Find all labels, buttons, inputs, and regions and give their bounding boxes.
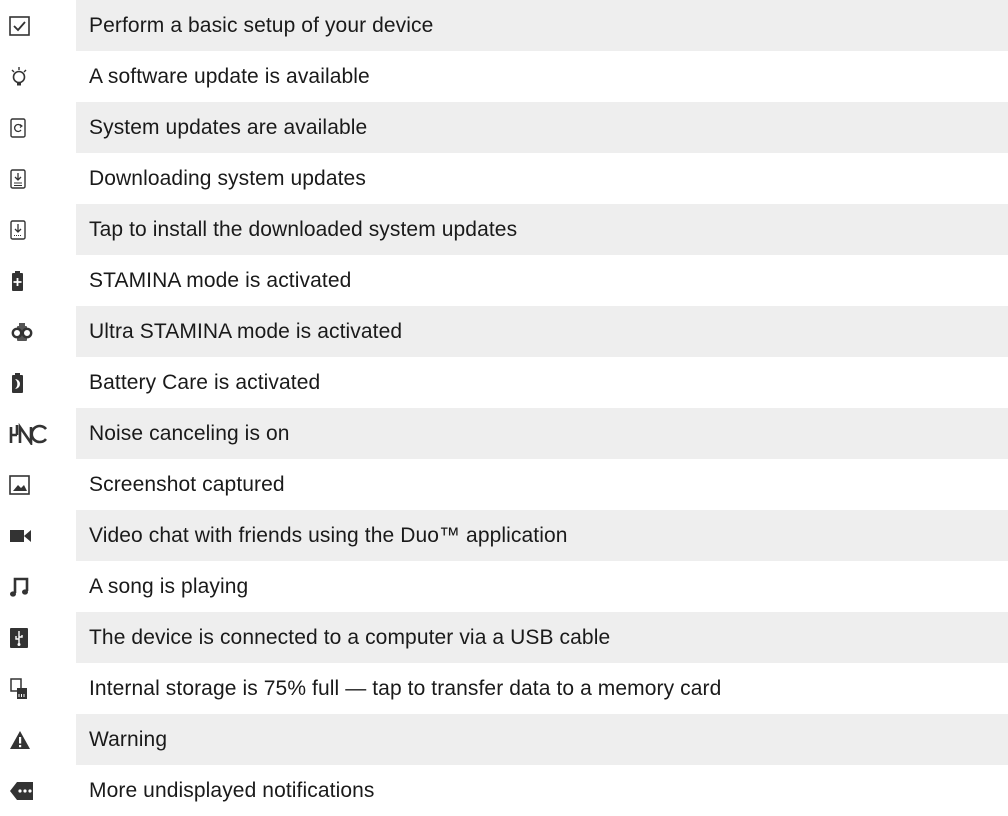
row-label: Tap to install the downloaded system upd… [76, 204, 1008, 255]
table-row: Downloading system updates [0, 153, 1008, 204]
checkbox-checked-icon [9, 13, 49, 39]
row-label: System updates are available [76, 102, 1008, 153]
noise-canceling-icon [9, 421, 49, 447]
more-notifications-icon [9, 778, 49, 804]
video-camera-icon [9, 523, 49, 549]
table-row: Ultra STAMINA mode is activated [0, 306, 1008, 357]
table-row: Perform a basic setup of your device [0, 0, 1008, 51]
install-download-icon [9, 217, 49, 243]
storage-card-icon [9, 676, 49, 702]
downloading-icon [9, 166, 49, 192]
table-row: Internal storage is 75% full — tap to tr… [0, 663, 1008, 714]
table-row: Battery Care is activated [0, 357, 1008, 408]
table-row: STAMINA mode is activated [0, 255, 1008, 306]
notification-icons-table: Perform a basic setup of your device A s… [0, 0, 1008, 816]
table-row: A software update is available [0, 51, 1008, 102]
row-label: A software update is available [89, 64, 370, 88]
table-row: System updates are available [0, 102, 1008, 153]
table-row: Warning [0, 714, 1008, 765]
row-label: Noise canceling is on [76, 408, 1008, 459]
table-row: The device is connected to a computer vi… [0, 612, 1008, 663]
lightbulb-icon [9, 64, 49, 90]
stamina-battery-icon [9, 268, 49, 294]
ultra-stamina-icon [9, 319, 49, 345]
row-label: Perform a basic setup of your device [76, 0, 1008, 51]
table-row: Screenshot captured [0, 459, 1008, 510]
battery-care-icon [9, 370, 49, 396]
table-row: Tap to install the downloaded system upd… [0, 204, 1008, 255]
row-label: STAMINA mode is activated [89, 268, 352, 292]
table-row: A song is playing [0, 561, 1008, 612]
screenshot-icon [9, 472, 49, 498]
row-label: Downloading system updates [89, 166, 366, 190]
table-row: Noise canceling is on [0, 408, 1008, 459]
row-label: Video chat with friends using the Duo™ a… [76, 510, 1008, 561]
row-label: More undisplayed notifications [89, 778, 375, 802]
row-label: Battery Care is activated [89, 370, 321, 394]
system-update-icon [9, 115, 49, 141]
row-label: Ultra STAMINA mode is activated [76, 306, 1008, 357]
row-label: Screenshot captured [89, 472, 285, 496]
usb-icon [9, 625, 49, 651]
row-label: The device is connected to a computer vi… [76, 612, 1008, 663]
warning-icon [9, 727, 49, 753]
music-note-icon [9, 574, 49, 600]
row-label: Internal storage is 75% full — tap to tr… [89, 676, 722, 700]
row-label: Warning [76, 714, 1008, 765]
row-label: A song is playing [89, 574, 249, 598]
table-row: More undisplayed notifications [0, 765, 1008, 816]
table-row: Video chat with friends using the Duo™ a… [0, 510, 1008, 561]
